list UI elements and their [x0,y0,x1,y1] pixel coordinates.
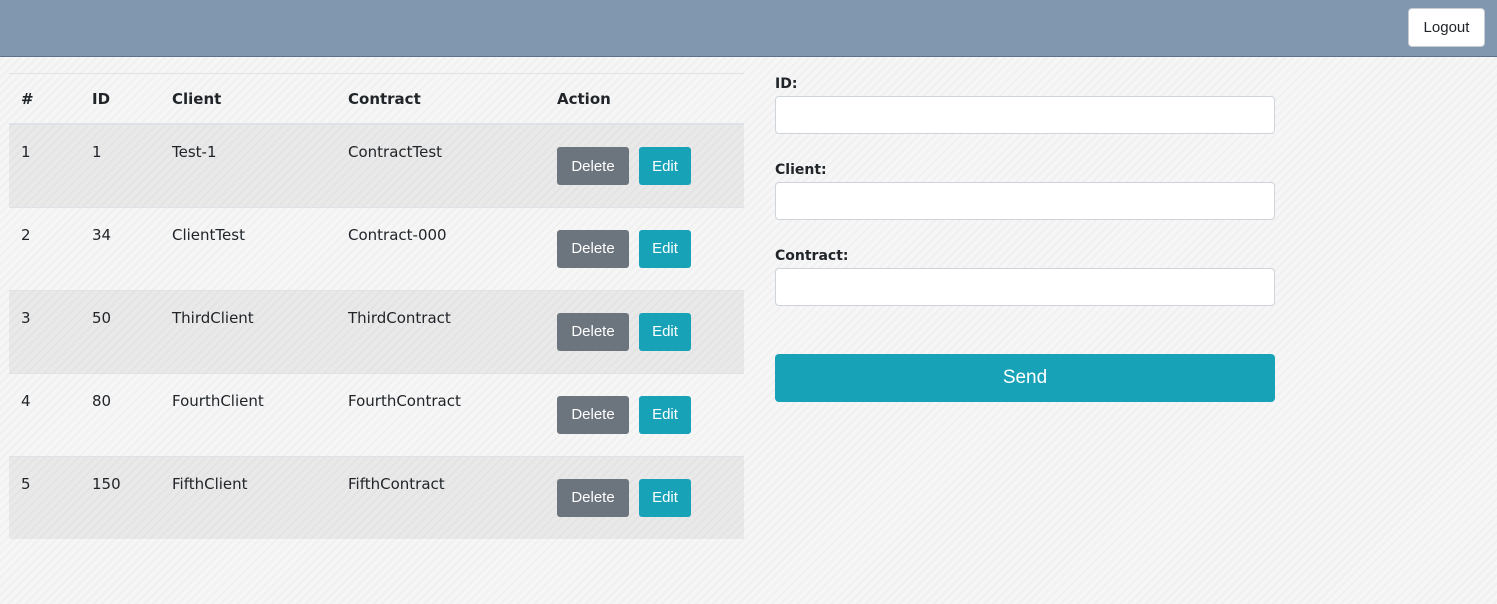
cell-contract: Contract-000 [336,206,545,290]
send-button[interactable]: Send [775,354,1275,402]
cell-client: ThirdClient [160,289,336,373]
top-navbar: Logout [0,0,1497,57]
client-input[interactable] [775,182,1275,220]
cell-client: FourthClient [160,372,336,456]
contract-input[interactable] [775,268,1275,306]
contract-label: Contract: [775,248,849,264]
cell-contract: FourthContract [336,372,545,456]
cell-id: 50 [80,289,160,373]
client-label: Client: [775,162,827,178]
cell-number: 4 [9,372,80,456]
cell-action: Delete Edit [545,206,744,290]
table-row: 5 150 FifthClient FifthContract Delete Ed… [9,455,744,539]
contract-field-group: Contract: [775,248,1275,306]
table-row: 4 80 FourthClient FourthContract Delete E… [9,372,744,456]
table-row: 2 34 ClientTest Contract-000 Delete Edit [9,206,744,290]
edit-button[interactable]: Edit [639,312,691,351]
column-header-contract: Contract [336,74,545,125]
cell-contract: ThirdContract [336,289,545,373]
delete-button[interactable]: Delete [557,229,629,268]
table-row: 3 50 ThirdClient ThirdContract Delete Edi… [9,289,744,373]
delete-button[interactable]: Delete [557,395,629,434]
cell-id: 34 [80,206,160,290]
cell-action: Delete Edit [545,372,744,456]
column-header-number: # [9,74,80,125]
cell-number: 1 [9,123,80,207]
edit-button[interactable]: Edit [639,229,691,268]
cell-number: 2 [9,206,80,290]
cell-contract: FifthContract [336,455,545,539]
edit-button[interactable]: Edit [639,395,691,434]
cell-client: Test-1 [160,123,336,207]
delete-button[interactable]: Delete [557,147,629,185]
records-table: # ID Client Contract Action 1 1 Test-1 C… [9,74,744,539]
logout-button[interactable]: Logout [1408,8,1485,47]
cell-action: Delete Edit [545,455,744,539]
delete-button[interactable]: Delete [557,478,629,517]
id-field-group: ID: [775,76,1275,134]
records-table-container: # ID Client Contract Action 1 1 Test-1 C… [9,73,744,539]
cell-number: 5 [9,455,80,539]
table-row: 1 1 Test-1 ContractTest Delete Edit [9,123,744,207]
column-header-id: ID [80,74,160,125]
record-form: ID: Client: Contract: Send [775,76,1275,402]
cell-contract: ContractTest [336,123,545,207]
id-input[interactable] [775,96,1275,134]
cell-client: FifthClient [160,455,336,539]
cell-id: 80 [80,372,160,456]
column-header-action: Action [545,74,744,125]
cell-id: 1 [80,123,160,207]
table-header-row: # ID Client Contract Action [9,74,744,125]
edit-button[interactable]: Edit [639,478,691,517]
cell-client: ClientTest [160,206,336,290]
cell-action: Delete Edit [545,289,744,373]
cell-action: Delete Edit [545,123,744,207]
cell-number: 3 [9,289,80,373]
id-label: ID: [775,76,798,92]
edit-button[interactable]: Edit [639,147,691,185]
cell-id: 150 [80,455,160,539]
client-field-group: Client: [775,162,1275,220]
column-header-client: Client [160,74,336,125]
delete-button[interactable]: Delete [557,312,629,351]
